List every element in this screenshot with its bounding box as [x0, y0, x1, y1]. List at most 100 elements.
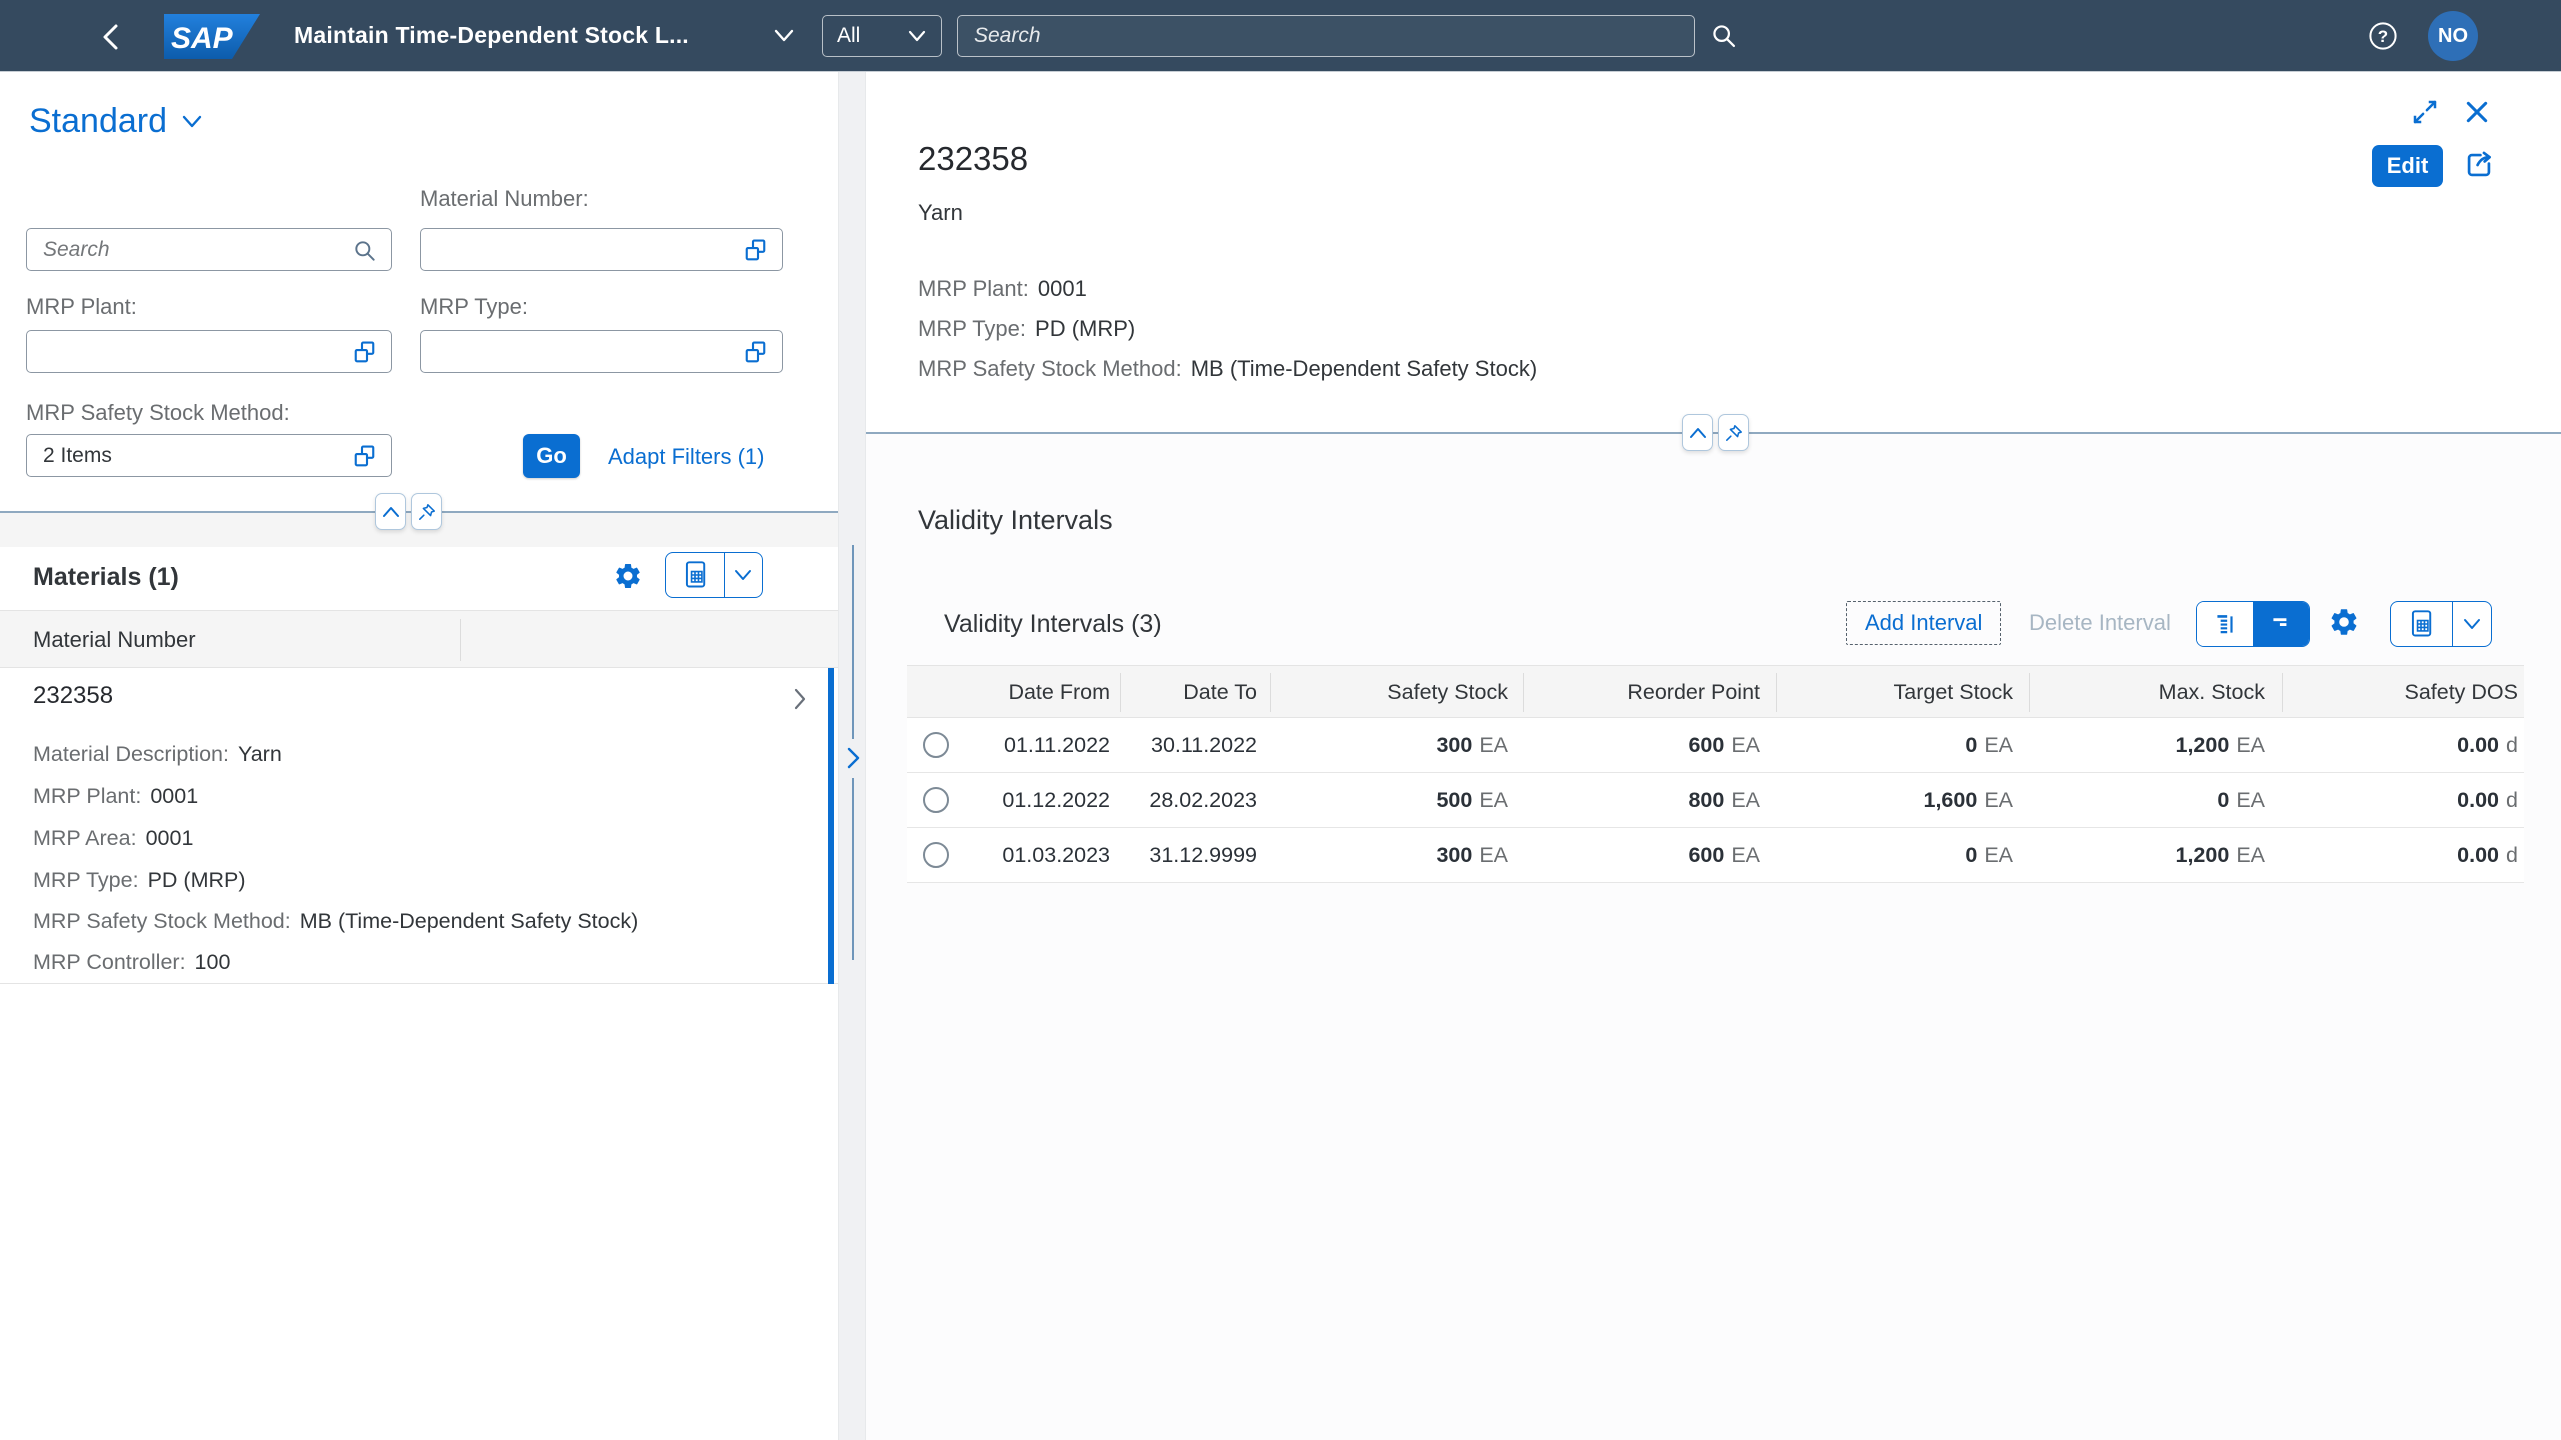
export-menu-chevron-down-icon[interactable] — [725, 553, 762, 597]
value-help-icon[interactable] — [352, 340, 377, 370]
svg-text:?: ? — [2378, 27, 2388, 46]
materials-settings-gear-icon[interactable] — [613, 561, 643, 594]
target-stock-cell: 0EA — [1965, 843, 2013, 868]
date-from-cell: 01.11.2022 — [1004, 733, 1110, 758]
date-to-cell: 28.02.2023 — [1149, 788, 1257, 813]
detail-line: MRP Plant:0001 — [33, 784, 198, 809]
attribute-line: MRP Safety Stock Method:MB (Time-Depende… — [918, 356, 1537, 382]
date-to-cell: 30.11.2022 — [1151, 733, 1257, 758]
validity-intervals-table: Date From Date To Safety Stock Reorder P… — [907, 665, 2524, 883]
safety-stock-cell: 500EA — [1436, 788, 1508, 813]
row-select-radio[interactable] — [923, 732, 949, 758]
splitter-grip — [852, 778, 854, 960]
shell-search-input[interactable] — [957, 15, 1695, 57]
material-number-input[interactable] — [420, 228, 783, 271]
max-stock-cell: 1,200EA — [2176, 733, 2266, 758]
value-help-icon[interactable] — [743, 340, 768, 370]
attribute-line: MRP Plant:0001 — [918, 276, 1087, 302]
help-icon[interactable]: ? — [2368, 21, 2398, 51]
search-icon[interactable] — [352, 238, 378, 269]
mrp-type-input[interactable] — [420, 330, 783, 373]
user-avatar[interactable]: NO — [2428, 11, 2478, 61]
edit-button[interactable]: Edit — [2372, 145, 2443, 187]
validity-settings-gear-icon[interactable] — [2328, 606, 2360, 641]
close-icon[interactable] — [2464, 99, 2490, 128]
back-button[interactable] — [98, 22, 124, 52]
sap-logo[interactable]: SAP — [164, 14, 260, 59]
object-subtitle: Yarn — [918, 200, 963, 226]
selected-row-indicator — [828, 668, 834, 984]
mrp-plant-input[interactable] — [26, 330, 392, 373]
table-row[interactable]: 01.03.2023 31.12.9999 300EA 600EA 0EA 1,… — [907, 828, 2524, 883]
materials-table-header: Material Number — [0, 610, 838, 668]
collapse-filter-bar-button[interactable] — [375, 493, 406, 530]
date-to-cell: 31.12.9999 — [1149, 843, 1257, 868]
attribute-line: MRP Type:PD (MRP) — [918, 316, 1135, 342]
detail-line: MRP Area:0001 — [33, 826, 193, 851]
splitter-grip — [852, 545, 854, 739]
detail-line: MRP Type:PD (MRP) — [33, 868, 246, 893]
variant-title: Standard — [29, 102, 167, 141]
materials-export-button[interactable] — [665, 552, 763, 598]
pin-filter-bar-button[interactable] — [411, 493, 442, 530]
filter-search-input[interactable] — [26, 228, 392, 271]
column-header: Date To — [1183, 680, 1257, 705]
adapt-filters-link[interactable]: Adapt Filters (1) — [608, 444, 765, 470]
panel-splitter[interactable] — [838, 72, 866, 1440]
validity-table-title: Validity Intervals (3) — [944, 610, 1162, 639]
reorder-point-cell: 600EA — [1688, 733, 1760, 758]
outline-view-toggle-icon[interactable] — [2197, 602, 2253, 646]
material-number-value: 232358 — [33, 682, 113, 710]
app-title-chevron-down-icon[interactable] — [772, 28, 796, 44]
safety-stock-cell: 300EA — [1436, 843, 1508, 868]
mrp-type-label: MRP Type: — [420, 294, 528, 320]
column-header: Max. Stock — [2159, 680, 2265, 705]
header-divider — [866, 432, 2561, 434]
go-button[interactable]: Go — [523, 434, 580, 478]
detail-line: MRP Controller:100 — [33, 950, 230, 975]
table-row[interactable]: 01.12.2022 28.02.2023 500EA 800EA 1,600E… — [907, 773, 2524, 828]
search-scope-value: All — [837, 24, 860, 48]
export-menu-chevron-down-icon[interactable] — [2453, 602, 2491, 646]
material-number-column-header: Material Number — [33, 627, 196, 653]
materials-table-title: Materials (1) — [33, 563, 179, 592]
mrp-safety-stock-method-label: MRP Safety Stock Method: — [26, 400, 290, 426]
chevron-right-icon — [792, 686, 808, 717]
app-title[interactable]: Maintain Time-Dependent Stock L... — [294, 22, 689, 49]
variant-selector[interactable]: Standard — [29, 102, 203, 141]
share-icon[interactable] — [2462, 148, 2496, 185]
column-header: Safety DOS — [2404, 680, 2518, 705]
validity-export-button[interactable] — [2390, 601, 2492, 647]
max-stock-cell: 1,200EA — [2176, 843, 2266, 868]
chevron-down-icon — [907, 29, 927, 43]
table-row[interactable]: 01.11.2022 30.11.2022 300EA 600EA 0EA 1,… — [907, 718, 2524, 773]
export-spreadsheet-icon[interactable] — [2391, 602, 2452, 646]
mrp-safety-stock-method-input[interactable] — [26, 434, 392, 477]
enter-fullscreen-icon[interactable] — [2410, 97, 2440, 130]
row-select-radio[interactable] — [923, 787, 949, 813]
export-spreadsheet-icon[interactable] — [666, 553, 724, 597]
delete-interval-button[interactable]: Delete Interval — [2029, 610, 2171, 636]
date-from-cell: 01.03.2023 — [1002, 843, 1110, 868]
add-interval-button[interactable]: Add Interval — [1846, 601, 2001, 645]
search-scope-select[interactable]: All — [822, 15, 942, 57]
object-page-content — [866, 434, 2561, 1440]
target-stock-cell: 1,600EA — [1924, 788, 2014, 813]
column-header: Reorder Point — [1627, 680, 1760, 705]
material-list-item[interactable]: 232358 Material Description:Yarn MRP Pla… — [0, 668, 838, 984]
value-help-icon[interactable] — [352, 444, 377, 474]
collapse-header-button[interactable] — [1682, 414, 1713, 451]
expand-panel-chevron-right-icon[interactable] — [843, 745, 863, 776]
validity-table-header: Date From Date To Safety Stock Reorder P… — [907, 665, 2524, 718]
detail-line: Material Description:Yarn — [33, 742, 282, 767]
chevron-up-icon — [382, 506, 400, 518]
pin-header-button[interactable] — [1718, 414, 1749, 451]
detail-line: MRP Safety Stock Method:MB (Time-Depende… — [33, 909, 638, 934]
row-select-radio[interactable] — [923, 842, 949, 868]
chevron-up-icon — [1689, 427, 1707, 439]
condensed-view-toggle-icon[interactable] — [2254, 602, 2309, 646]
value-help-icon[interactable] — [743, 238, 768, 268]
view-toggle[interactable] — [2196, 601, 2310, 647]
column-separator — [460, 619, 461, 661]
shell-search-icon[interactable] — [1710, 22, 1738, 50]
